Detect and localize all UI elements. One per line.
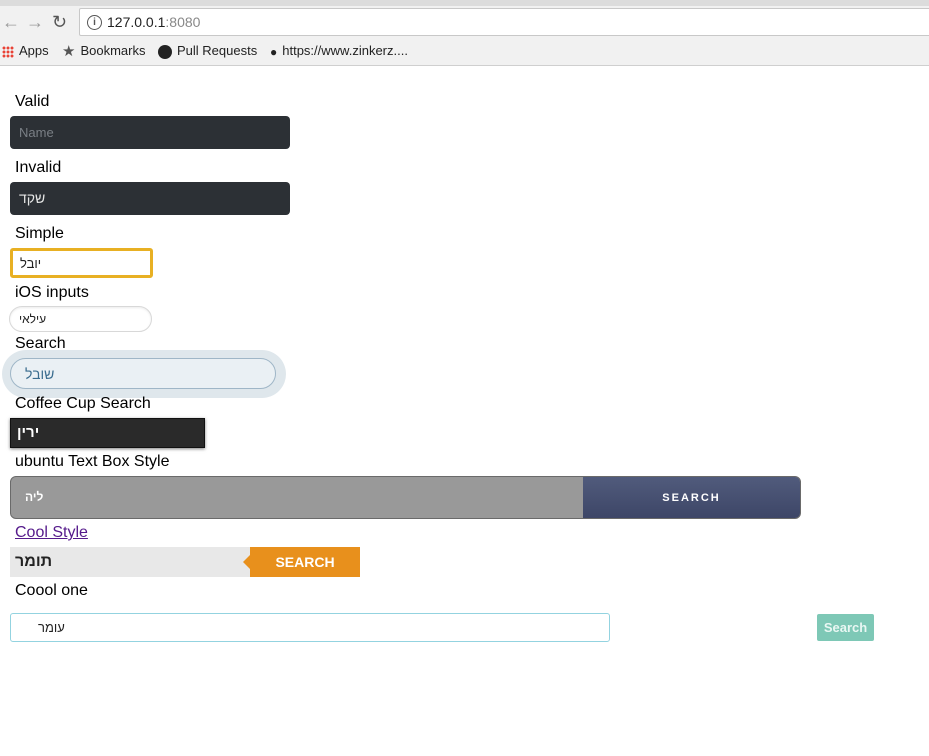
coool-search-button[interactable]: Search [817, 614, 874, 641]
github-icon [158, 44, 172, 59]
valid-placeholder: Name [19, 125, 54, 140]
apps-grid-icon [2, 45, 14, 58]
bookmark-label: https://www.zinkerz.... [282, 43, 408, 58]
bookmark-label: Apps [19, 43, 49, 58]
cool-value: תומר [15, 553, 53, 570]
simple-input[interactable]: יובל [10, 248, 153, 278]
ios-value: עילאי [19, 312, 47, 326]
coool-label: Coool one [15, 582, 88, 599]
valid-input[interactable]: Name [10, 116, 290, 149]
ubuntu-value[interactable]: ליה [25, 490, 43, 504]
panda-icon: ● [270, 44, 278, 59]
invalid-label: Invalid [15, 159, 62, 176]
ubuntu-search-button[interactable]: SEARCH [583, 477, 800, 518]
search-input-wrapper: שובל [2, 350, 286, 398]
simple-value: יובל [20, 256, 42, 271]
tab-strip [0, 0, 929, 6]
cool-input[interactable]: תומר [10, 547, 250, 577]
ubuntu-label: ubuntu Text Box Style [15, 453, 170, 470]
ios-label: iOS inputs [15, 284, 89, 301]
ubuntu-input-group: ליה SEARCH [10, 476, 801, 519]
cool-style-link[interactable]: Cool Style [15, 524, 88, 542]
url-text: 127.0.0.1:8080 [107, 14, 200, 30]
bookmark-bookmarks[interactable]: ★ Bookmarks [62, 42, 145, 61]
star-icon: ★ [62, 42, 76, 60]
bookmark-label: Pull Requests [177, 43, 258, 58]
bookmark-pull-requests[interactable]: Pull Requests [158, 42, 257, 60]
valid-label: Valid [15, 93, 50, 110]
search-value: שובל [25, 366, 55, 382]
simple-label: Simple [15, 225, 64, 242]
bookmark-apps[interactable]: Apps [2, 42, 49, 60]
bookmark-label: Bookmarks [80, 43, 146, 58]
url-host: 127.0.0.1 [107, 14, 166, 30]
address-bar[interactable]: i 127.0.0.1:8080 [79, 8, 929, 36]
search-input[interactable]: שובל [10, 358, 276, 389]
bookmark-zinkerz[interactable]: ● https://www.zinkerz.... [270, 42, 408, 61]
ios-input[interactable]: עילאי [9, 306, 152, 332]
coffee-value: ירין [17, 424, 40, 441]
coool-input[interactable]: עומר [10, 613, 610, 642]
back-icon[interactable]: ← [2, 12, 20, 32]
reload-icon[interactable]: ↻ [52, 12, 67, 32]
invalid-value: שקד [19, 190, 46, 206]
forward-icon[interactable]: → [26, 12, 44, 32]
coool-value: עומר [38, 620, 65, 635]
coffee-search-input[interactable]: ירין [10, 418, 205, 448]
coffee-label: Coffee Cup Search [15, 395, 151, 412]
invalid-input[interactable]: שקד [10, 182, 290, 215]
browser-chrome: ← → ↻ i 127.0.0.1:8080 Apps ★ Bookmarks P… [0, 0, 929, 66]
info-icon[interactable]: i [87, 15, 102, 30]
cool-search-button[interactable]: SEARCH [243, 547, 360, 577]
url-port: :8080 [165, 14, 201, 30]
